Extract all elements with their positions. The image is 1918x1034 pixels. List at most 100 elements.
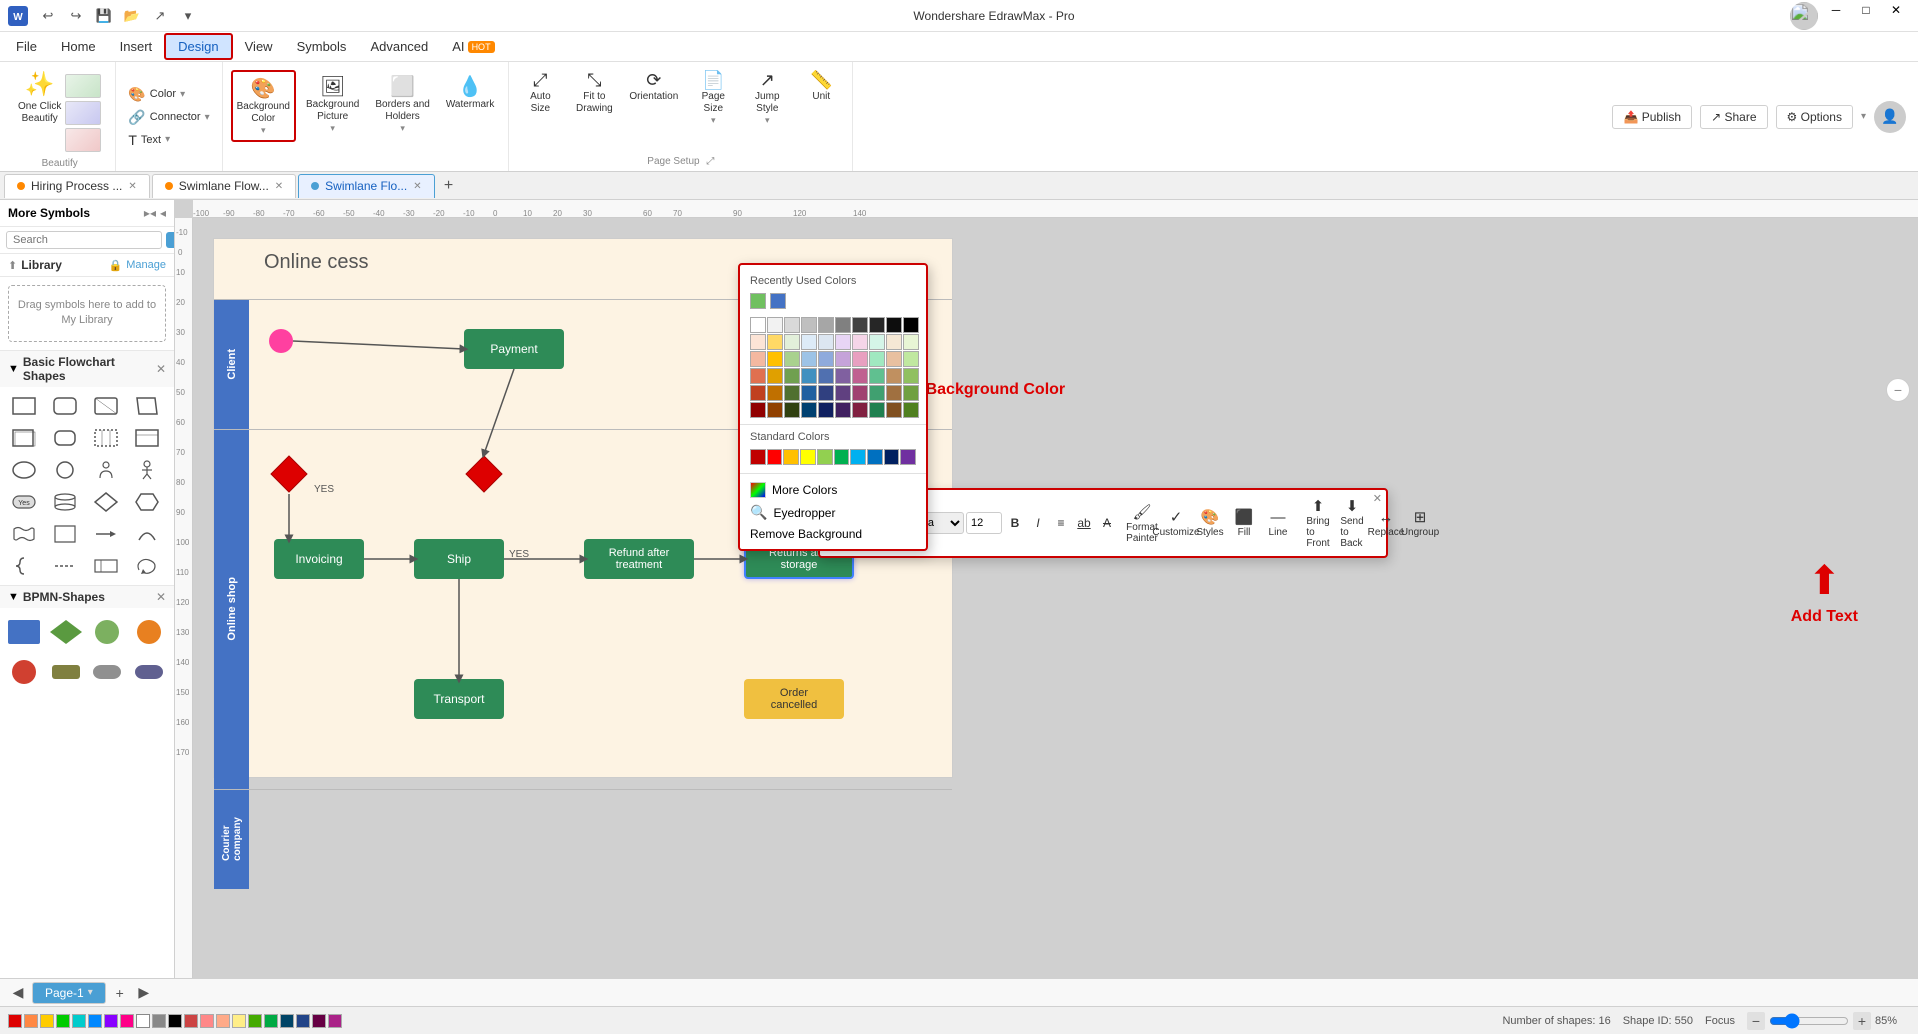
- save-button[interactable]: 💾: [92, 4, 116, 28]
- shape-rounded-corner[interactable]: [47, 519, 83, 549]
- bpmn-event[interactable]: [89, 614, 125, 650]
- close-button[interactable]: ✕: [1882, 0, 1910, 20]
- shape-ellipse[interactable]: [6, 455, 42, 485]
- color-b1[interactable]: [801, 334, 817, 350]
- shape-loop[interactable]: [129, 551, 165, 581]
- fill-button[interactable]: ⬛ Fill: [1228, 505, 1260, 541]
- color-p4[interactable]: [835, 385, 851, 401]
- focus-button[interactable]: Focus: [1705, 1015, 1735, 1027]
- basic-shapes-close[interactable]: ✕: [156, 362, 166, 376]
- manage-link[interactable]: Manage: [126, 259, 166, 271]
- color-pk2[interactable]: [852, 351, 868, 367]
- std-purple[interactable]: [900, 449, 916, 465]
- tab-swimlane1-close[interactable]: ✕: [275, 181, 283, 192]
- bpmn-start[interactable]: [6, 654, 42, 690]
- status-color-blue[interactable]: [88, 1014, 102, 1028]
- color-teal5[interactable]: [869, 402, 885, 418]
- styles-button[interactable]: 🎨 Styles: [1194, 505, 1226, 541]
- color-light3[interactable]: [801, 317, 817, 333]
- underline-button[interactable]: ab: [1073, 512, 1095, 534]
- unit-button[interactable]: 📏 Unit: [796, 66, 846, 156]
- ship-node[interactable]: Ship: [414, 539, 504, 579]
- color-gray2[interactable]: [835, 317, 851, 333]
- color-or4[interactable]: [886, 385, 902, 401]
- color-y3[interactable]: [767, 368, 783, 384]
- tab-swimlane2[interactable]: Swimlane Flo... ✕: [298, 174, 434, 198]
- background-picture-button[interactable]: 🖼 BackgroundPicture ▾: [300, 70, 365, 138]
- recent-color-blue[interactable]: [770, 293, 786, 309]
- menu-symbols[interactable]: Symbols: [285, 35, 359, 58]
- status-color-teal[interactable]: [72, 1014, 86, 1028]
- color-y1[interactable]: [767, 334, 783, 350]
- color-b2[interactable]: [818, 334, 834, 350]
- more-button[interactable]: ▾: [176, 4, 200, 28]
- status-color-gray[interactable]: [152, 1014, 166, 1028]
- payment-node[interactable]: Payment: [464, 329, 564, 369]
- status-color7[interactable]: [264, 1014, 278, 1028]
- shape-person[interactable]: [88, 455, 124, 485]
- menu-home[interactable]: Home: [49, 35, 108, 58]
- tab-swimlane1[interactable]: Swimlane Flow... ✕: [152, 174, 296, 198]
- color-y4[interactable]: [767, 385, 783, 401]
- shape-rounded-rect[interactable]: [47, 391, 83, 421]
- send-back-button[interactable]: ⬇ Send toBack: [1336, 494, 1368, 552]
- shape-oval[interactable]: [47, 455, 83, 485]
- status-color5[interactable]: [232, 1014, 246, 1028]
- format-painter-button[interactable]: 🖌 FormatPainter: [1126, 500, 1158, 547]
- status-color3[interactable]: [200, 1014, 214, 1028]
- symbols-expand-btn[interactable]: ▸◂: [144, 206, 156, 220]
- color-lime5[interactable]: [903, 402, 919, 418]
- tab-hiring[interactable]: Hiring Process ... ✕: [4, 174, 150, 198]
- color-p1[interactable]: [835, 334, 851, 350]
- menu-file[interactable]: File: [4, 35, 49, 58]
- color-lime1[interactable]: [903, 334, 919, 350]
- std-orange[interactable]: [783, 449, 799, 465]
- maximize-button[interactable]: □: [1852, 0, 1880, 20]
- bold-button[interactable]: B: [1004, 512, 1026, 534]
- background-color-button[interactable]: 🎨 BackgroundColor ▾: [231, 70, 296, 142]
- std-lime[interactable]: [817, 449, 833, 465]
- tab-hiring-close[interactable]: ✕: [128, 181, 136, 192]
- shape-cylinder[interactable]: [47, 487, 83, 517]
- one-click-beautify-button[interactable]: ✨ One ClickBeautify: [12, 66, 107, 156]
- italic-button[interactable]: I: [1027, 512, 1049, 534]
- color-g2[interactable]: [784, 351, 800, 367]
- color-lime4[interactable]: [903, 385, 919, 401]
- connector-button[interactable]: 🔗 Connector ▾: [124, 107, 213, 128]
- status-color8[interactable]: [280, 1014, 294, 1028]
- shape-rectangle[interactable]: [6, 391, 42, 421]
- bpmn-annotation[interactable]: [89, 654, 125, 690]
- shape-rounded-rect2[interactable]: [47, 423, 83, 453]
- status-color-red[interactable]: [8, 1014, 22, 1028]
- share-button[interactable]: ↗ Share: [1700, 105, 1767, 129]
- color-b4[interactable]: [818, 351, 834, 367]
- std-green[interactable]: [834, 449, 850, 465]
- status-color-green[interactable]: [56, 1014, 70, 1028]
- jump-style-button[interactable]: ↗ JumpStyle ▾: [742, 66, 792, 156]
- bpmn-close[interactable]: ✕: [156, 590, 166, 604]
- menu-design[interactable]: Design: [164, 33, 232, 60]
- status-color6[interactable]: [248, 1014, 262, 1028]
- status-color-yellow[interactable]: [40, 1014, 54, 1028]
- color-white[interactable]: [750, 317, 766, 333]
- shape-dash-line[interactable]: [47, 551, 83, 581]
- menu-insert[interactable]: Insert: [108, 35, 165, 58]
- zoom-fit-button[interactable]: −: [1886, 378, 1910, 402]
- strikethrough-button[interactable]: A: [1096, 512, 1118, 534]
- status-color11[interactable]: [328, 1014, 342, 1028]
- shape-diamond-cut[interactable]: [88, 391, 124, 421]
- watermark-button[interactable]: 💧 Watermark: [440, 70, 501, 115]
- color-b7[interactable]: [801, 385, 817, 401]
- std-yellow[interactable]: [800, 449, 816, 465]
- font-size-input[interactable]: [966, 512, 1002, 534]
- ungroup-button[interactable]: ⊞ Ungroup: [1404, 505, 1436, 541]
- color-lime2[interactable]: [903, 351, 919, 367]
- color-teal4[interactable]: [869, 385, 885, 401]
- basic-shapes-header[interactable]: ▼ Basic Flowchart Shapes ✕: [0, 351, 174, 387]
- color-g4[interactable]: [784, 385, 800, 401]
- shape-label-rect[interactable]: [88, 551, 124, 581]
- bpmn-header[interactable]: ▼ BPMN-Shapes ✕: [0, 586, 174, 608]
- float-toolbar-close[interactable]: ✕: [1373, 492, 1382, 505]
- status-color2[interactable]: [184, 1014, 198, 1028]
- color-r3[interactable]: [750, 368, 766, 384]
